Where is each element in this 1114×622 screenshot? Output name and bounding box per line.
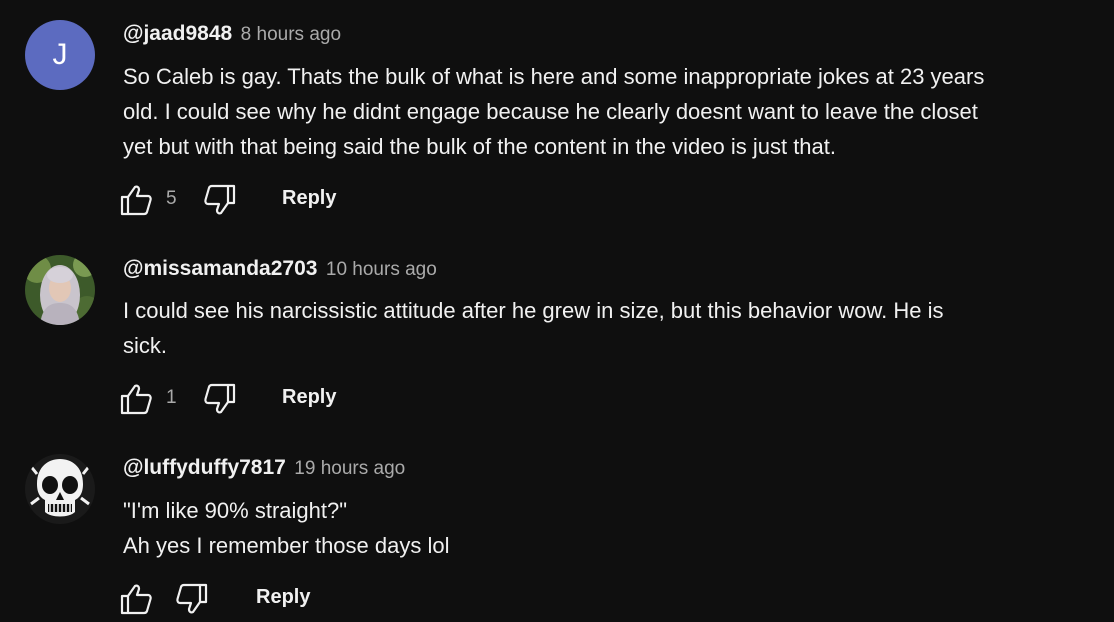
comment-line: yet but with that being said the bulk of… (123, 134, 837, 159)
author-handle[interactable]: @luffyduffy7817 (123, 456, 286, 479)
dislike-button[interactable] (202, 381, 238, 417)
comment-line: Ah yes I remember those days lol (123, 533, 450, 558)
timestamp[interactable]: 8 hours ago (241, 24, 341, 45)
comment-line: sick. (123, 333, 167, 358)
avatar[interactable] (25, 255, 95, 325)
timestamp[interactable]: 19 hours ago (294, 458, 405, 479)
comment-text: So Caleb is gay. Thats the bulk of what … (123, 59, 1083, 164)
comment-line: So Caleb is gay. Thats the bulk of what … (123, 64, 985, 89)
comment-line: I could see his narcissistic attitude af… (123, 298, 944, 323)
thumb-down-icon (204, 383, 236, 414)
comment-line: "I'm like 90% straight?" (123, 498, 348, 523)
thumb-up-icon (120, 185, 152, 216)
reply-button[interactable]: Reply (282, 187, 336, 210)
timestamp[interactable]: 10 hours ago (326, 259, 437, 280)
author-handle[interactable]: @missamanda2703 (123, 257, 317, 280)
like-count: 5 (166, 188, 177, 209)
avatar-photo (25, 255, 95, 325)
comment-header: @jaad9848 8 hours ago (123, 22, 341, 46)
avatar[interactable]: J (25, 20, 95, 90)
like-count: 1 (166, 387, 177, 408)
thumb-up-icon (120, 584, 152, 615)
skull-avatar-image (25, 454, 95, 524)
thumb-down-icon (176, 583, 208, 614)
comment-header: @missamanda2703 10 hours ago (123, 257, 437, 281)
comment-text: I could see his narcissistic attitude af… (123, 293, 1083, 363)
comment-header: @luffyduffy7817 19 hours ago (123, 456, 405, 480)
reply-button[interactable]: Reply (282, 386, 336, 409)
dislike-button[interactable] (174, 581, 210, 617)
like-button[interactable] (118, 182, 154, 218)
dislike-button[interactable] (202, 182, 238, 218)
comment-line: old. I could see why he didnt engage bec… (123, 99, 978, 124)
avatar[interactable] (25, 454, 95, 524)
reply-button[interactable]: Reply (256, 586, 310, 609)
thumb-up-icon (120, 384, 152, 415)
like-button[interactable] (118, 581, 154, 617)
like-button[interactable] (118, 381, 154, 417)
thumb-down-icon (204, 184, 236, 215)
comment-text: "I'm like 90% straight?" Ah yes I rememb… (123, 493, 1083, 563)
author-handle[interactable]: @jaad9848 (123, 22, 232, 45)
